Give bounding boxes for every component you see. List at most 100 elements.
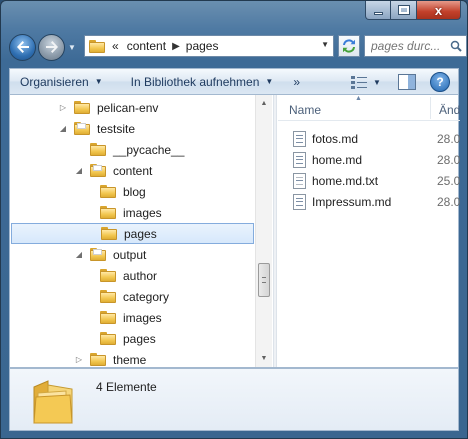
more-commands-button[interactable]: » xyxy=(283,75,310,89)
tree-item-author[interactable]: author xyxy=(10,265,255,286)
minimize-button[interactable] xyxy=(365,1,391,20)
breadcrumb-separator[interactable]: ▶ xyxy=(172,41,180,52)
collapse-arrow-icon[interactable]: ◢ xyxy=(58,124,68,133)
tree-item-label: author xyxy=(123,268,158,283)
tree-item-blog[interactable]: blog xyxy=(10,181,255,202)
tree-item-label: theme xyxy=(113,352,147,367)
maximize-button[interactable] xyxy=(391,1,417,20)
change-view-button[interactable]: ▼ xyxy=(346,72,386,92)
chevron-down-icon: ▼ xyxy=(94,77,103,86)
tree-item-images[interactable]: images xyxy=(10,307,255,328)
organize-menu[interactable]: Organisieren ▼ xyxy=(10,75,113,89)
scroll-down-icon[interactable]: ▼ xyxy=(256,350,272,367)
command-bar: Organisieren ▼ In Bibliothek aufnehmen ▼… xyxy=(9,68,459,94)
refresh-icon xyxy=(343,39,355,53)
column-header-row: ▲ Name Ände xyxy=(278,95,460,121)
back-arrow-icon xyxy=(16,41,29,53)
tree-item-label: category xyxy=(123,289,170,304)
folder-icon xyxy=(100,269,116,282)
folder-icon xyxy=(100,290,116,303)
include-in-library-label: In Bibliothek aufnehmen xyxy=(130,74,260,89)
tree-item-images[interactable]: images xyxy=(10,202,255,223)
file-row-fotos[interactable]: fotos.md 28.05 xyxy=(278,128,460,149)
breadcrumb-pages[interactable]: pages xyxy=(186,39,219,53)
folder-icon xyxy=(100,332,116,345)
file-date: 28.05 xyxy=(437,194,460,209)
navigation-scrollbar[interactable]: ▲ ▼ xyxy=(255,95,272,367)
column-divider[interactable] xyxy=(430,97,431,119)
tree-item-pages[interactable]: pages xyxy=(10,328,255,349)
collapse-arrow-icon[interactable]: ◢ xyxy=(74,166,84,175)
tree-item-label: testsite xyxy=(97,121,136,136)
back-button[interactable] xyxy=(9,33,36,61)
help-icon: ? xyxy=(436,75,444,89)
tree-item-label: __pycache__ xyxy=(113,142,185,157)
scroll-thumb[interactable] xyxy=(258,263,270,297)
file-date: 28.05 xyxy=(437,152,460,167)
expand-arrow-icon[interactable]: ▷ xyxy=(58,103,68,112)
close-icon: x xyxy=(434,2,443,18)
tree-item-output[interactable]: ◢ output xyxy=(10,244,255,265)
address-dropdown-icon[interactable]: ▼ xyxy=(321,40,329,49)
folder-icon xyxy=(90,353,106,366)
file-row-impressum[interactable]: Impressum.md 28.05 xyxy=(278,191,460,212)
maximize-icon xyxy=(397,5,410,15)
help-button[interactable]: ? xyxy=(430,72,450,92)
file-row-home[interactable]: home.md 28.05 xyxy=(278,149,460,170)
tree-item-pages-selected[interactable]: pages xyxy=(11,223,254,244)
content-area: ▷ pelican-env ◢ testsite __pycache__ ◢ c… xyxy=(9,94,460,368)
preview-pane-button[interactable] xyxy=(396,72,418,92)
history-dropdown-icon[interactable]: ▼ xyxy=(68,43,76,52)
view-list-icon xyxy=(351,76,368,89)
tree-item-pelican-env[interactable]: ▷ pelican-env xyxy=(10,97,255,118)
folder-icon xyxy=(100,206,116,219)
file-row-home-txt[interactable]: home.md.txt 25.05 xyxy=(278,170,460,191)
tree-item-label: pages xyxy=(123,331,156,346)
search-icon[interactable] xyxy=(450,40,462,52)
caption-buttons: x xyxy=(365,1,461,21)
breadcrumb-content[interactable]: content xyxy=(127,39,166,53)
file-name: fotos.md xyxy=(312,131,359,146)
column-header-date-modified[interactable]: Ände xyxy=(439,103,460,117)
scroll-up-icon[interactable]: ▲ xyxy=(256,95,272,112)
details-pane: 4 Elemente xyxy=(9,368,459,431)
tree-item-category[interactable]: category xyxy=(10,286,255,307)
include-in-library-menu[interactable]: In Bibliothek aufnehmen ▼ xyxy=(121,75,284,89)
large-folder-icon xyxy=(33,380,73,424)
forward-button[interactable] xyxy=(38,33,65,61)
tree-item-label: pelican-env xyxy=(97,100,159,115)
minimize-icon xyxy=(373,11,383,15)
tree-item-testsite[interactable]: ◢ testsite xyxy=(10,118,255,139)
chevron-down-icon: ▼ xyxy=(265,77,274,86)
folder-icon xyxy=(89,39,105,53)
file-list-pane: ▲ Name Ände fotos.md 28.05 home.md 28.05… xyxy=(278,95,460,367)
close-button[interactable]: x xyxy=(417,1,461,20)
navigation-pane: ▷ pelican-env ◢ testsite __pycache__ ◢ c… xyxy=(10,95,273,367)
markdown-file-icon xyxy=(293,193,306,210)
organize-label: Organisieren xyxy=(20,74,89,89)
refresh-button[interactable] xyxy=(338,35,360,57)
pane-splitter[interactable] xyxy=(273,95,277,367)
file-name: home.md xyxy=(312,152,363,167)
tree-item-label: images xyxy=(123,205,162,220)
expand-arrow-icon[interactable]: ▷ xyxy=(74,355,84,364)
preview-pane-icon xyxy=(398,74,416,90)
collapse-arrow-icon[interactable]: ◢ xyxy=(74,250,84,259)
address-overflow[interactable]: « xyxy=(112,39,119,53)
search-input[interactable] xyxy=(365,39,451,53)
forward-arrow-icon xyxy=(45,41,58,53)
tree-item-label: images xyxy=(123,310,162,325)
chevron-down-icon: ▼ xyxy=(373,77,381,87)
folder-icon xyxy=(90,164,106,177)
column-header-name[interactable]: Name xyxy=(289,103,321,117)
explorer-window: x ▼ « content ▶ pages ▼ pages durc... Or… xyxy=(0,0,468,439)
address-bar[interactable]: « content ▶ pages ▼ xyxy=(84,35,334,57)
tree-item-pycache[interactable]: __pycache__ xyxy=(10,139,255,160)
tree-item-theme[interactable]: ▷ theme xyxy=(10,349,255,367)
search-box[interactable] xyxy=(364,35,467,57)
navigation-row: ▼ « content ▶ pages ▼ xyxy=(9,31,467,63)
folder-icon xyxy=(100,185,116,198)
tree-item-label: content xyxy=(113,163,153,178)
folder-icon xyxy=(90,143,106,156)
tree-item-content[interactable]: ◢ content xyxy=(10,160,255,181)
